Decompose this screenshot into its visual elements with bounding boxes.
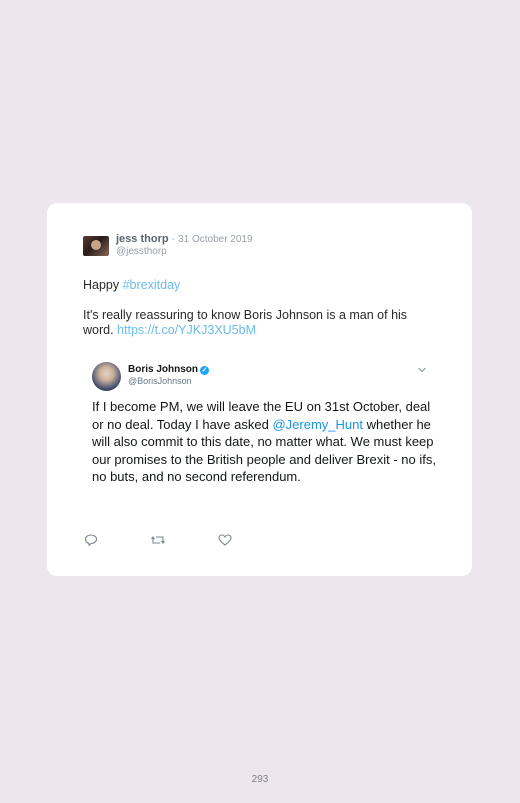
author-line: jess thorp · 31 October 2019	[116, 233, 253, 245]
tweet-card: jess thorp · 31 October 2019 @jessthorp …	[47, 203, 472, 576]
heart-icon[interactable]	[217, 532, 233, 548]
author-avatar[interactable]	[83, 236, 109, 256]
separator: ·	[171, 234, 175, 245]
author-name[interactable]: jess thorp	[116, 233, 169, 245]
tweet-text: Happy #brexitday It's really reassuring …	[83, 278, 438, 353]
quoted-tweet[interactable]: Boris Johnson ✓ @BorisJohnson If I become…	[85, 353, 439, 513]
tweet-url-link[interactable]: https://t.co/YJKJ3XU5bM	[117, 323, 256, 337]
mention-link[interactable]: @Jeremy_Hunt	[272, 417, 363, 432]
tweet-actions	[83, 532, 283, 548]
tweet-date[interactable]: 31 October 2019	[178, 234, 253, 245]
author-handle[interactable]: @jessthorp	[116, 246, 167, 257]
page-number: 293	[251, 774, 269, 785]
reply-icon[interactable]	[83, 532, 99, 548]
quoted-author-name[interactable]: Boris Johnson	[128, 364, 198, 375]
verified-icon: ✓	[200, 366, 210, 375]
quoted-author-line: Boris Johnson ✓	[128, 364, 210, 375]
tweet-text-prefix: Happy	[83, 278, 123, 292]
chevron-down-icon[interactable]	[417, 365, 427, 375]
quoted-tweet-text: If I become PM, we will leave the EU on …	[92, 398, 437, 486]
hashtag-link[interactable]: #brexitday	[123, 278, 181, 292]
retweet-icon[interactable]	[150, 532, 166, 548]
quoted-author-handle[interactable]: @BorisJohnson	[128, 376, 192, 386]
quoted-author-avatar[interactable]	[92, 362, 121, 391]
